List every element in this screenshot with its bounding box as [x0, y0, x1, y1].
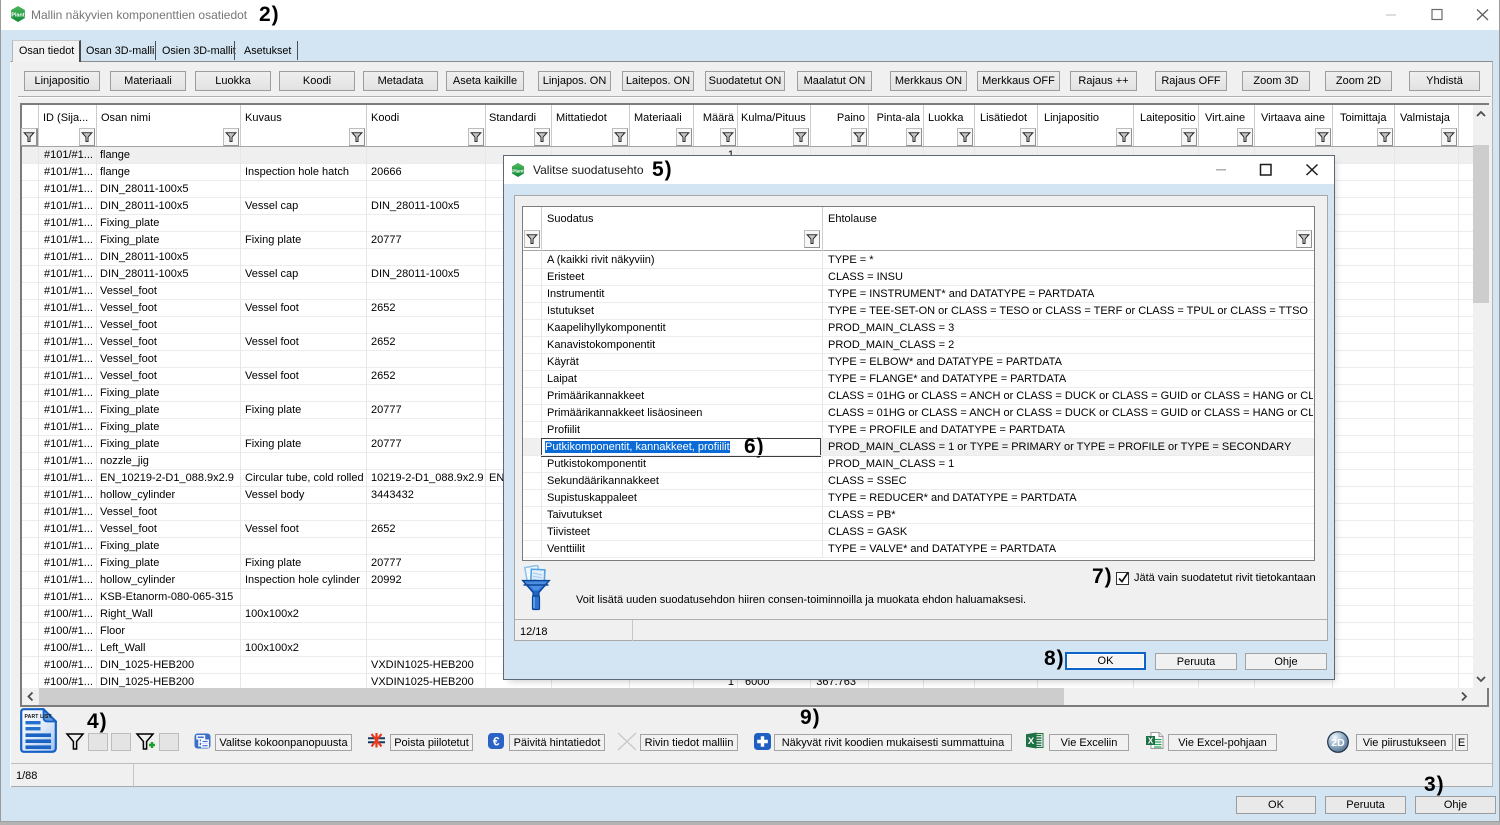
svg-text:PART LIST: PART LIST: [25, 714, 52, 720]
svg-text:X: X: [1148, 736, 1154, 745]
svg-text:€: €: [493, 734, 500, 748]
svg-text:Plant: Plant: [11, 13, 24, 19]
svg-text:Plant: Plant: [512, 168, 524, 174]
svg-text:X: X: [1028, 736, 1035, 747]
svg-text:2D: 2D: [1331, 737, 1345, 749]
